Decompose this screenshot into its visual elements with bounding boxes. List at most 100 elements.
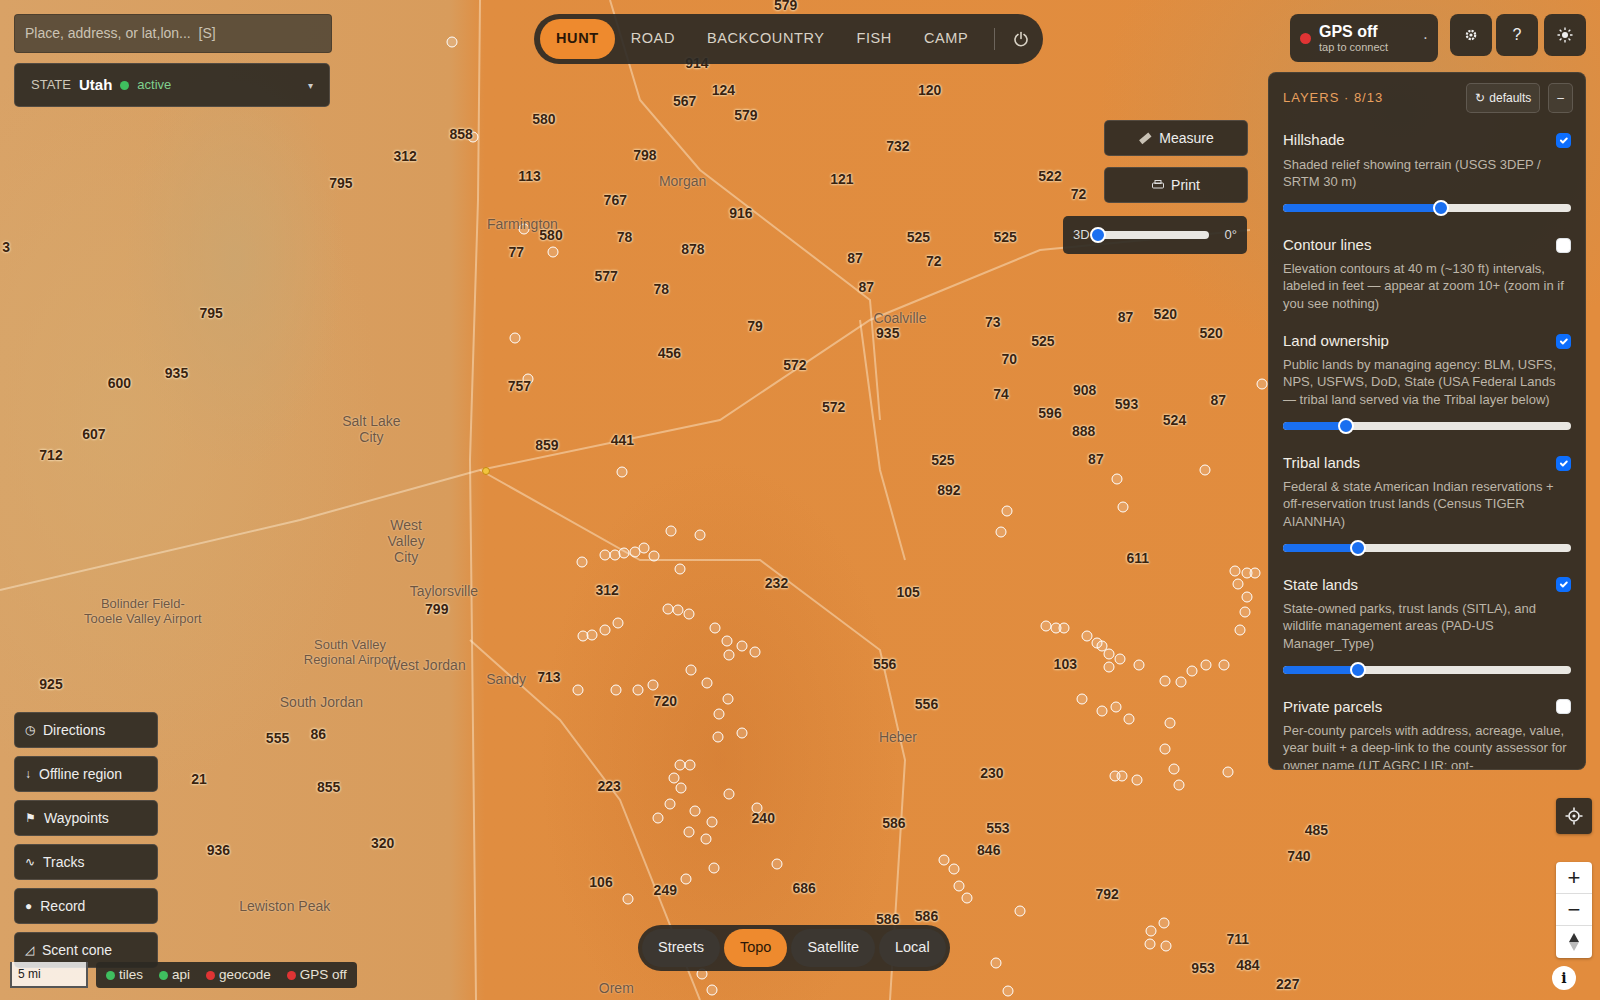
unit-label[interactable]: 520	[1200, 326, 1223, 341]
map-point[interactable]	[674, 564, 685, 575]
basemap-button[interactable]: Local	[879, 929, 946, 967]
unit-label[interactable]: 935	[876, 326, 899, 341]
opacity-slider[interactable]	[1283, 544, 1571, 552]
unit-label[interactable]: 72	[926, 255, 942, 270]
map-point[interactable]	[675, 782, 686, 793]
map-point[interactable]	[648, 679, 659, 690]
unit-label[interactable]: 87	[847, 251, 863, 266]
map-point[interactable]	[1239, 607, 1250, 618]
map-point[interactable]	[1161, 940, 1172, 951]
map-point[interactable]	[990, 958, 1001, 969]
map-point[interactable]	[672, 605, 683, 616]
tilt-slider-knob[interactable]	[1090, 227, 1106, 243]
search-input[interactable]	[15, 15, 331, 52]
unit-label[interactable]: 223	[597, 779, 620, 794]
unit-label[interactable]: 586	[915, 910, 938, 925]
unit-label[interactable]: 232	[765, 576, 788, 591]
unit-label[interactable]: 593	[1115, 397, 1138, 412]
mode-tab[interactable]: FISH	[841, 19, 908, 59]
unit-label[interactable]: 240	[752, 812, 775, 827]
map-point[interactable]	[684, 760, 695, 771]
map-point[interactable]	[1222, 767, 1233, 778]
unit-label[interactable]: 556	[873, 658, 896, 673]
map-point[interactable]	[669, 772, 680, 783]
map-point[interactable]	[1059, 622, 1070, 633]
unit-label[interactable]: 792	[1095, 887, 1118, 902]
unit-label[interactable]: 596	[1038, 407, 1061, 422]
opacity-slider-knob[interactable]	[1350, 662, 1366, 678]
unit-label[interactable]: 936	[207, 843, 230, 858]
layer-checkbox[interactable]	[1556, 133, 1571, 148]
map-point[interactable]	[1111, 702, 1122, 713]
map-point[interactable]	[1002, 506, 1013, 517]
mode-tab[interactable]: CAMP	[908, 19, 984, 59]
defaults-button[interactable]: ↻defaults	[1466, 83, 1540, 113]
unit-label[interactable]: 740	[1287, 849, 1310, 864]
unit-label[interactable]: 103	[1054, 658, 1077, 673]
map-point[interactable]	[1015, 906, 1026, 917]
unit-label[interactable]: 86	[311, 727, 327, 742]
map-point[interactable]	[622, 893, 633, 904]
unit-label[interactable]: 577	[594, 269, 617, 284]
map-point[interactable]	[649, 551, 660, 562]
unit-label[interactable]: 227	[1276, 977, 1299, 992]
unit-label[interactable]: 320	[371, 836, 394, 851]
unit-label[interactable]: 572	[783, 359, 806, 374]
map-point[interactable]	[617, 467, 628, 478]
unit-label[interactable]: 520	[1154, 308, 1177, 323]
zoom-out-button[interactable]: −	[1556, 894, 1592, 926]
unit-label[interactable]: 525	[1031, 334, 1054, 349]
opacity-slider[interactable]	[1283, 204, 1571, 212]
map-point[interactable]	[611, 684, 622, 695]
locate-button[interactable]	[1556, 798, 1592, 834]
map-point[interactable]	[683, 826, 694, 837]
map-point[interactable]	[1201, 660, 1212, 671]
map-point[interactable]	[1133, 660, 1144, 671]
unit-label[interactable]: 121	[830, 172, 853, 187]
unit-label[interactable]: 73	[985, 316, 1001, 331]
map-point[interactable]	[713, 731, 724, 742]
unit-label[interactable]: 916	[729, 207, 752, 222]
unit-label[interactable]: 878	[681, 242, 704, 257]
unit-label[interactable]: 859	[535, 438, 558, 453]
settings-button[interactable]	[1450, 14, 1492, 56]
map-point[interactable]	[710, 622, 721, 633]
map-point[interactable]	[689, 806, 700, 817]
map-point[interactable]	[1076, 693, 1087, 704]
map-point[interactable]	[510, 332, 521, 343]
map-point[interactable]	[938, 855, 949, 866]
map-point[interactable]	[586, 629, 597, 640]
unit-label[interactable]: 525	[931, 454, 954, 469]
unit-label[interactable]: 525	[907, 230, 930, 245]
tool-label[interactable]: Measure	[1159, 128, 1213, 149]
zoom-in-button[interactable]: +	[1556, 862, 1592, 894]
unit-label[interactable]: 795	[200, 307, 223, 322]
mode-tab[interactable]: ROAD	[615, 19, 691, 59]
map-point[interactable]	[1173, 779, 1184, 790]
tilt-slider[interactable]	[1098, 231, 1209, 239]
map-point[interactable]	[707, 984, 718, 995]
unit-label[interactable]: 580	[539, 228, 562, 243]
unit-label[interactable]: 77	[509, 245, 525, 260]
map-point[interactable]	[1250, 568, 1261, 579]
unit-label[interactable]: 720	[654, 694, 677, 709]
map-point[interactable]	[949, 864, 960, 875]
unit-label[interactable]: 441	[611, 433, 634, 448]
unit-label[interactable]: 586	[882, 817, 905, 832]
map-point[interactable]	[1115, 654, 1126, 665]
map-point[interactable]	[1104, 662, 1115, 673]
unit-label[interactable]: 855	[317, 780, 340, 795]
unit-label[interactable]: 3	[2, 240, 10, 255]
side-button-label[interactable]: Scent cone	[42, 940, 112, 961]
unit-label[interactable]: 712	[39, 448, 62, 463]
compass-button[interactable]	[1556, 926, 1592, 958]
map-point[interactable]	[771, 859, 782, 870]
unit-label[interactable]: 87	[859, 280, 875, 295]
tool-button[interactable]: Measure	[1104, 120, 1248, 156]
basemap-button[interactable]: Topo	[724, 929, 787, 967]
unit-label[interactable]: 846	[977, 843, 1000, 858]
state-picker[interactable]: STATEUtahactive▾	[14, 63, 330, 107]
unit-label[interactable]: 935	[165, 367, 188, 382]
layer-checkbox[interactable]	[1556, 238, 1571, 253]
gps-caret[interactable]: ·	[1423, 26, 1428, 50]
